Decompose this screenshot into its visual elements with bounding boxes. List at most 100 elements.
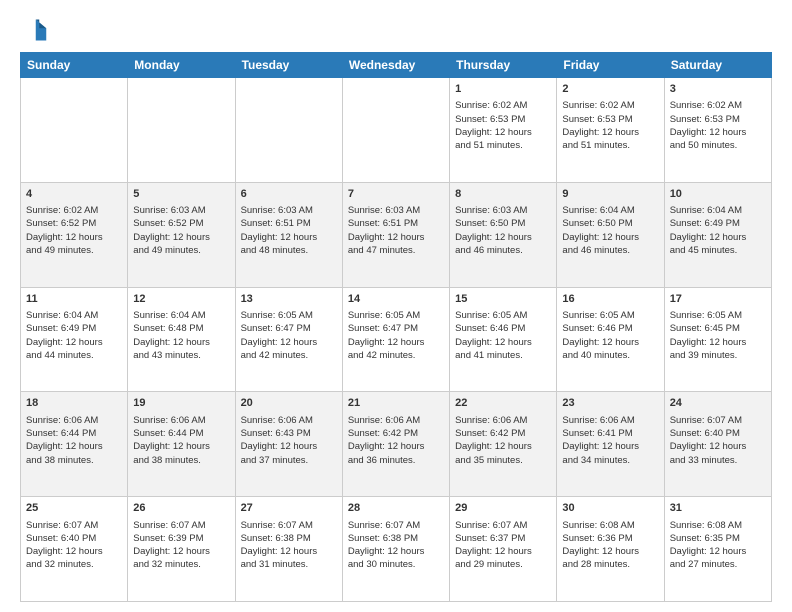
day-number: 20 [241, 396, 337, 411]
day-number: 26 [133, 501, 229, 516]
calendar-cell: 8 Sunrise: 6:03 AM Sunset: 6:50 PM Daylig… [450, 182, 557, 287]
calendar-header-row: SundayMondayTuesdayWednesdayThursdayFrid… [21, 53, 772, 78]
calendar-cell: 19 Sunrise: 6:06 AM Sunset: 6:44 PM Dayli… [128, 392, 235, 497]
calendar-cell: 21Sunrise: 6:06 AM Sunset: 6:42 PM Dayli… [342, 392, 449, 497]
day-number: 23 [562, 396, 658, 411]
calendar-cell [21, 78, 128, 183]
calendar-cell: 24 Sunrise: 6:07 AM Sunset: 6:40 PM Dayli… [664, 392, 771, 497]
day-number: 31 [670, 501, 766, 516]
day-number: 2 [562, 82, 658, 97]
page: SundayMondayTuesdayWednesdayThursdayFrid… [0, 0, 792, 612]
calendar-week-row: 18 Sunrise: 6:06 AM Sunset: 6:44 PM Dayli… [21, 392, 772, 497]
calendar-cell: 4 Sunrise: 6:02 AM Sunset: 6:52 PM Daylig… [21, 182, 128, 287]
day-info: Sunrise: 6:07 AM Sunset: 6:40 PM Dayligh… [26, 519, 122, 572]
day-number: 9 [562, 187, 658, 202]
day-info: Sunrise: 6:06 AM Sunset: 6:41 PM Dayligh… [562, 414, 658, 467]
day-number: 1 [455, 82, 551, 97]
day-info: Sunrise: 6:08 AM Sunset: 6:35 PM Dayligh… [670, 519, 766, 572]
header [20, 16, 772, 44]
day-info: Sunrise: 6:07 AM Sunset: 6:37 PM Dayligh… [455, 519, 551, 572]
calendar-cell: 1 Sunrise: 6:02 AM Sunset: 6:53 PM Daylig… [450, 78, 557, 183]
day-info: Sunrise: 6:08 AM Sunset: 6:36 PM Dayligh… [562, 519, 658, 572]
day-number: 12 [133, 292, 229, 307]
calendar-cell: 9 Sunrise: 6:04 AM Sunset: 6:50 PM Daylig… [557, 182, 664, 287]
calendar-cell: 26 Sunrise: 6:07 AM Sunset: 6:39 PM Dayli… [128, 497, 235, 602]
calendar-week-row: 25 Sunrise: 6:07 AM Sunset: 6:40 PM Dayli… [21, 497, 772, 602]
day-info: Sunrise: 6:04 AM Sunset: 6:49 PM Dayligh… [26, 309, 122, 362]
day-number: 10 [670, 187, 766, 202]
calendar-cell: 27 Sunrise: 6:07 AM Sunset: 6:38 PM Dayli… [235, 497, 342, 602]
day-number: 30 [562, 501, 658, 516]
day-number: 25 [26, 501, 122, 516]
day-number: 19 [133, 396, 229, 411]
day-number: 6 [241, 187, 337, 202]
calendar-cell: 5 Sunrise: 6:03 AM Sunset: 6:52 PM Daylig… [128, 182, 235, 287]
day-info: Sunrise: 6:07 AM Sunset: 6:38 PM Dayligh… [241, 519, 337, 572]
calendar-cell: 2 Sunrise: 6:02 AM Sunset: 6:53 PM Daylig… [557, 78, 664, 183]
day-number: 28 [348, 501, 444, 516]
logo-icon [20, 16, 48, 44]
calendar-day-header: Monday [128, 53, 235, 78]
day-info: Sunrise: 6:07 AM Sunset: 6:40 PM Dayligh… [670, 414, 766, 467]
calendar-day-header: Friday [557, 53, 664, 78]
calendar-cell: 16 Sunrise: 6:05 AM Sunset: 6:46 PM Dayli… [557, 287, 664, 392]
calendar-cell: 20 Sunrise: 6:06 AM Sunset: 6:43 PM Dayli… [235, 392, 342, 497]
day-info: Sunrise: 6:07 AM Sunset: 6:39 PM Dayligh… [133, 519, 229, 572]
calendar-cell: 18 Sunrise: 6:06 AM Sunset: 6:44 PM Dayli… [21, 392, 128, 497]
calendar-cell: 28 Sunrise: 6:07 AM Sunset: 6:38 PM Dayli… [342, 497, 449, 602]
day-info: Sunrise: 6:05 AM Sunset: 6:47 PM Dayligh… [241, 309, 337, 362]
day-number: 5 [133, 187, 229, 202]
calendar-cell: 23 Sunrise: 6:06 AM Sunset: 6:41 PM Dayli… [557, 392, 664, 497]
day-info: Sunrise: 6:03 AM Sunset: 6:51 PM Dayligh… [348, 204, 444, 257]
day-info: Sunrise: 6:06 AM Sunset: 6:42 PM Dayligh… [348, 414, 444, 467]
calendar-day-header: Wednesday [342, 53, 449, 78]
day-info: Sunrise: 6:06 AM Sunset: 6:44 PM Dayligh… [26, 414, 122, 467]
calendar-day-header: Tuesday [235, 53, 342, 78]
day-info: Sunrise: 6:02 AM Sunset: 6:53 PM Dayligh… [670, 99, 766, 152]
day-number: 7 [348, 187, 444, 202]
day-number: 15 [455, 292, 551, 307]
day-info: Sunrise: 6:02 AM Sunset: 6:52 PM Dayligh… [26, 204, 122, 257]
calendar-cell: 3 Sunrise: 6:02 AM Sunset: 6:53 PM Daylig… [664, 78, 771, 183]
calendar-cell: 7 Sunrise: 6:03 AM Sunset: 6:51 PM Daylig… [342, 182, 449, 287]
day-info: Sunrise: 6:03 AM Sunset: 6:50 PM Dayligh… [455, 204, 551, 257]
calendar-cell: 15Sunrise: 6:05 AM Sunset: 6:46 PM Dayli… [450, 287, 557, 392]
calendar-cell: 30 Sunrise: 6:08 AM Sunset: 6:36 PM Dayli… [557, 497, 664, 602]
day-info: Sunrise: 6:06 AM Sunset: 6:44 PM Dayligh… [133, 414, 229, 467]
calendar-cell: 25 Sunrise: 6:07 AM Sunset: 6:40 PM Dayli… [21, 497, 128, 602]
day-info: Sunrise: 6:04 AM Sunset: 6:48 PM Dayligh… [133, 309, 229, 362]
day-number: 22 [455, 396, 551, 411]
calendar-table: SundayMondayTuesdayWednesdayThursdayFrid… [20, 52, 772, 602]
day-info: Sunrise: 6:05 AM Sunset: 6:45 PM Dayligh… [670, 309, 766, 362]
calendar-cell: 6 Sunrise: 6:03 AM Sunset: 6:51 PM Daylig… [235, 182, 342, 287]
day-number: 3 [670, 82, 766, 97]
calendar-day-header: Saturday [664, 53, 771, 78]
day-info: Sunrise: 6:06 AM Sunset: 6:43 PM Dayligh… [241, 414, 337, 467]
day-number: 4 [26, 187, 122, 202]
day-number: 24 [670, 396, 766, 411]
day-number: 8 [455, 187, 551, 202]
day-number: 29 [455, 501, 551, 516]
day-number: 27 [241, 501, 337, 516]
calendar-cell: 29 Sunrise: 6:07 AM Sunset: 6:37 PM Dayli… [450, 497, 557, 602]
day-info: Sunrise: 6:02 AM Sunset: 6:53 PM Dayligh… [562, 99, 658, 152]
day-info: Sunrise: 6:03 AM Sunset: 6:51 PM Dayligh… [241, 204, 337, 257]
calendar-day-header: Sunday [21, 53, 128, 78]
day-info: Sunrise: 6:05 AM Sunset: 6:47 PM Dayligh… [348, 309, 444, 362]
day-info: Sunrise: 6:05 AM Sunset: 6:46 PM Dayligh… [562, 309, 658, 362]
calendar-cell: 31 Sunrise: 6:08 AM Sunset: 6:35 PM Dayli… [664, 497, 771, 602]
day-info: Sunrise: 6:06 AM Sunset: 6:42 PM Dayligh… [455, 414, 551, 467]
day-number: 16 [562, 292, 658, 307]
day-info: Sunrise: 6:03 AM Sunset: 6:52 PM Dayligh… [133, 204, 229, 257]
day-info: Sunrise: 6:04 AM Sunset: 6:49 PM Dayligh… [670, 204, 766, 257]
calendar-cell: 22 Sunrise: 6:06 AM Sunset: 6:42 PM Dayli… [450, 392, 557, 497]
day-info: Sunrise: 6:04 AM Sunset: 6:50 PM Dayligh… [562, 204, 658, 257]
calendar-cell: 13 Sunrise: 6:05 AM Sunset: 6:47 PM Dayli… [235, 287, 342, 392]
day-number: 13 [241, 292, 337, 307]
day-number: 18 [26, 396, 122, 411]
calendar-cell: 14Sunrise: 6:05 AM Sunset: 6:47 PM Dayli… [342, 287, 449, 392]
day-info: Sunrise: 6:02 AM Sunset: 6:53 PM Dayligh… [455, 99, 551, 152]
day-info: Sunrise: 6:07 AM Sunset: 6:38 PM Dayligh… [348, 519, 444, 572]
calendar-day-header: Thursday [450, 53, 557, 78]
calendar-cell: 11Sunrise: 6:04 AM Sunset: 6:49 PM Dayli… [21, 287, 128, 392]
